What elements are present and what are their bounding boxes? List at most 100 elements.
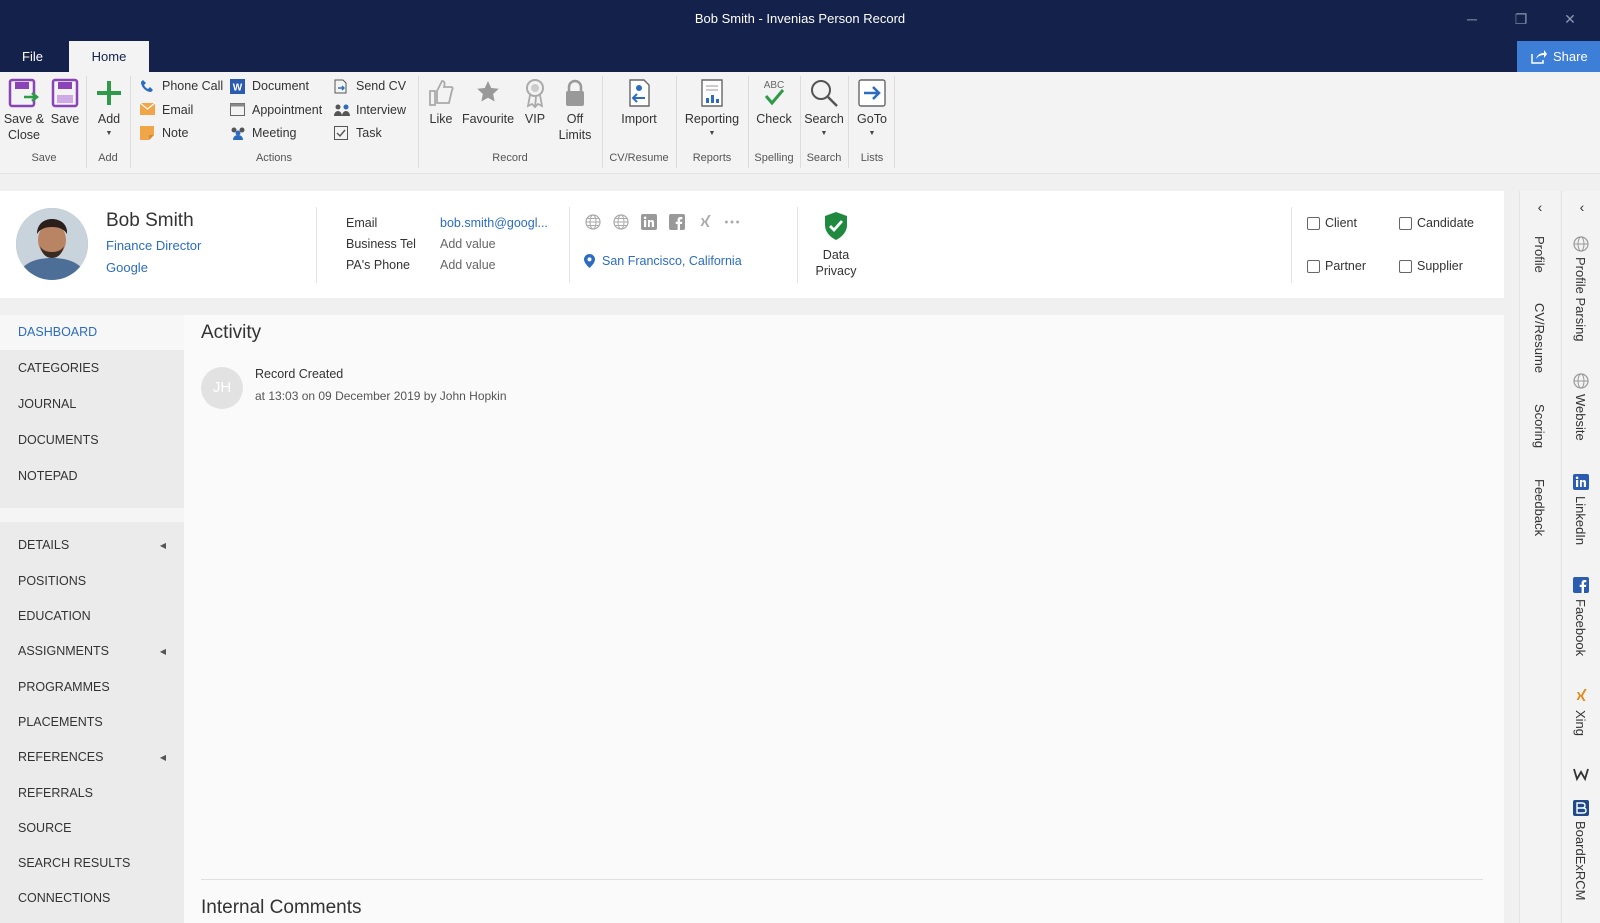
chevron-down-icon: ▼ — [105, 130, 113, 137]
tab-boardex-rcm[interactable]: BoardExRCM — [1573, 821, 1588, 900]
nav-item-connections[interactable]: CONNECTIONS — [0, 881, 184, 916]
ribbon-separator — [418, 76, 419, 168]
minimize-button[interactable]: ─ — [1457, 9, 1487, 29]
group-label-spelling: Spelling — [754, 152, 794, 164]
vip-label: VIP — [524, 112, 546, 126]
note-button[interactable]: Note — [140, 123, 188, 143]
email-field-value[interactable]: bob.smith@googl... — [440, 216, 548, 230]
ribbon-separator — [894, 76, 895, 168]
nav-item-positions[interactable]: POSITIONS — [0, 564, 184, 599]
nav-item-references[interactable]: REFERENCES ◀ — [0, 740, 184, 775]
import-cv-icon — [629, 79, 650, 107]
business-tel-value[interactable]: Add value — [440, 237, 496, 251]
linkedin-icon[interactable] — [641, 214, 657, 230]
share-icon — [1531, 50, 1547, 64]
nav-item-documents[interactable]: DOCUMENTS — [0, 423, 184, 458]
favourite-button[interactable]: Favourite — [460, 78, 516, 127]
more-options-icon[interactable] — [724, 214, 740, 230]
document-label: Document — [252, 79, 309, 93]
tab-linkedin[interactable]: LinkedIn — [1573, 496, 1588, 545]
nav-item-dashboard[interactable]: DASHBOARD — [0, 315, 184, 350]
expand-arrow-icon: ◀ — [159, 753, 166, 762]
reporting-button[interactable]: Reporting ▼ — [682, 78, 742, 142]
activity-title: Activity — [201, 322, 262, 343]
add-label: Add — [97, 112, 121, 126]
tab-profile[interactable]: Profile — [1532, 236, 1547, 273]
nav-item-source[interactable]: SOURCE — [0, 811, 184, 846]
avatar[interactable] — [16, 208, 88, 280]
facebook-icon[interactable] — [669, 214, 685, 230]
nav-item-programmes[interactable]: PROGRAMMES — [0, 670, 184, 705]
ribbon-separator — [130, 76, 131, 168]
company-link[interactable]: Google — [106, 260, 148, 275]
meeting-button[interactable]: Meeting — [230, 123, 296, 143]
header-divider — [316, 207, 317, 283]
appointment-label: Appointment — [252, 103, 323, 117]
group-label-save: Save — [31, 152, 57, 164]
add-button[interactable]: Add ▼ — [92, 78, 126, 142]
tab-website[interactable]: Website — [1573, 394, 1588, 441]
document-button[interactable]: W Document — [230, 76, 309, 96]
partner-checkbox[interactable]: Partner — [1307, 259, 1366, 275]
like-button[interactable]: Like — [426, 78, 456, 127]
task-button[interactable]: Task — [334, 123, 382, 143]
interview-label: Interview — [356, 103, 407, 117]
tab-feedback[interactable]: Feedback — [1532, 479, 1547, 536]
off-limits-button[interactable]: Off Limits — [557, 78, 593, 143]
nav-item-notepad[interactable]: NOTEPAD — [0, 459, 184, 494]
job-title-link[interactable]: Finance Director — [106, 238, 201, 253]
search-button[interactable]: Search ▼ — [802, 78, 846, 142]
nav-item-search-results[interactable]: SEARCH RESULTS — [0, 846, 184, 881]
location-link[interactable]: San Francisco, California — [584, 254, 742, 268]
tab-scoring[interactable]: Scoring — [1532, 404, 1547, 448]
email-button[interactable]: Email — [140, 100, 193, 120]
nav-item-placements[interactable]: PLACEMENTS — [0, 705, 184, 740]
import-button[interactable]: Import — [614, 78, 664, 127]
person-name[interactable]: Bob Smith — [106, 210, 194, 232]
save-close-icon — [8, 78, 40, 108]
spell-check-icon-text: ABC — [764, 80, 785, 91]
website-globe-icon[interactable] — [613, 214, 629, 230]
nav-item-assignments[interactable]: ASSIGNMENTS ◀ — [0, 634, 184, 669]
tab-profile-parsing[interactable]: Profile Parsing — [1573, 257, 1588, 342]
nav-item-education[interactable]: EDUCATION — [0, 599, 184, 634]
plus-icon — [97, 81, 121, 105]
nav-item-journal[interactable]: JOURNAL — [0, 387, 184, 422]
send-cv-icon — [334, 79, 347, 94]
nav-item-referrals[interactable]: REFERRALS — [0, 776, 184, 811]
check-spelling-button[interactable]: ABC Check — [752, 78, 796, 127]
vip-button[interactable]: VIP — [520, 78, 550, 127]
tab-facebook[interactable]: Facebook — [1573, 599, 1588, 656]
data-privacy-label-2: Privacy — [815, 264, 857, 278]
data-privacy-button[interactable]: Data Privacy — [800, 211, 872, 279]
collapse-panel-icon[interactable]: ‹ — [1530, 199, 1550, 215]
tab-home[interactable]: Home — [69, 41, 149, 72]
nav-item-details-label: DETAILS — [18, 538, 70, 552]
restore-button[interactable]: ❐ — [1506, 9, 1536, 29]
spell-check-icon: ABC — [764, 80, 785, 106]
appointment-button[interactable]: Appointment — [230, 100, 322, 120]
nav-item-details[interactable]: DETAILS ◀ — [0, 528, 184, 563]
close-button[interactable]: ✕ — [1555, 9, 1585, 29]
send-cv-button[interactable]: Send CV — [334, 76, 406, 96]
nav-item-categories[interactable]: CATEGORIES — [0, 351, 184, 386]
envelope-icon — [140, 103, 155, 115]
goto-button[interactable]: GoTo ▼ — [852, 78, 892, 142]
supplier-checkbox[interactable]: Supplier — [1399, 259, 1463, 275]
globe-icon[interactable] — [585, 214, 601, 230]
save-button[interactable]: Save — [48, 78, 82, 127]
collapse-panel-icon[interactable]: ‹ — [1572, 199, 1592, 215]
save-close-button[interactable]: Save & Close — [3, 78, 45, 143]
tab-file[interactable]: File — [0, 41, 65, 72]
business-tel-label: Business Tel — [346, 237, 416, 251]
client-checkbox[interactable]: Client — [1307, 216, 1357, 232]
tab-xing[interactable]: Xing — [1573, 710, 1588, 736]
phone-call-button[interactable]: Phone Call — [140, 76, 223, 96]
send-cv-label: Send CV — [356, 79, 407, 93]
candidate-checkbox[interactable]: Candidate — [1399, 216, 1474, 232]
pa-phone-value[interactable]: Add value — [440, 258, 496, 272]
xing-icon[interactable] — [697, 214, 713, 230]
tab-cv-resume[interactable]: CV/Resume — [1532, 303, 1547, 373]
interview-button[interactable]: Interview — [334, 100, 406, 120]
share-button[interactable]: Share — [1517, 41, 1600, 72]
